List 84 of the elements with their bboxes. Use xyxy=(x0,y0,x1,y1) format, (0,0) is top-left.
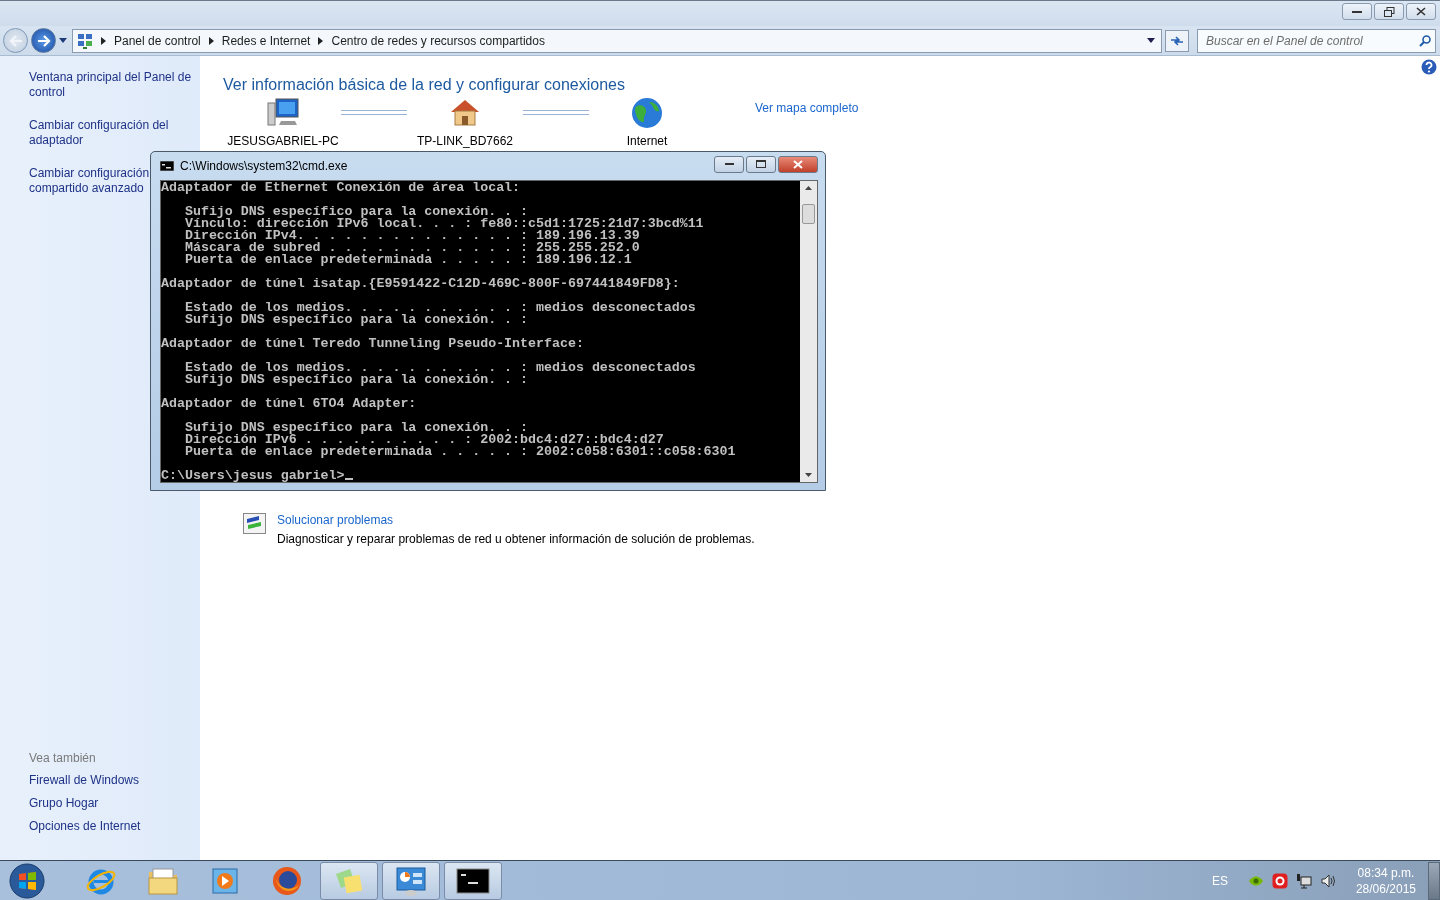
troubleshoot-icon[interactable] xyxy=(243,513,267,535)
terminal-icon xyxy=(456,867,490,894)
page-title: Ver información básica de la red y configurar conexiones xyxy=(223,76,626,94)
folder-icon xyxy=(147,865,179,896)
console-line: Adaptador de túnel 6TO4 Adapter: xyxy=(161,398,418,410)
sidebar-link[interactable]: Grupo Hogar xyxy=(29,796,192,811)
dashboard-icon xyxy=(395,864,427,897)
minimize-button[interactable] xyxy=(1342,3,1372,20)
command-prompt[interactable]: C:\Users\jesus gabriel> xyxy=(161,468,345,482)
network-icon[interactable] xyxy=(1295,872,1312,889)
full-map-link[interactable]: Ver mapa completo xyxy=(755,101,859,115)
sidebar-link[interactable]: Firewall de Windows xyxy=(29,773,192,788)
forward-button[interactable] xyxy=(31,28,56,53)
network-node-label: Internet xyxy=(626,134,668,148)
maximize-icon xyxy=(756,160,766,168)
task-description: Diagnosticar y reparar problemas de red u obtener información de solución de problemas. xyxy=(277,532,755,546)
console-line: Puerta de enlace predeterminada . . . . . : 2002:c058:6301::c058:6301 xyxy=(183,446,737,458)
refresh-button[interactable] xyxy=(1165,29,1189,52)
connection-line xyxy=(523,110,589,115)
console-line: Adaptador de túnel Teredo Tunneling Pseudo-Interface: xyxy=(161,338,585,350)
window-title: C:\Windows\system32\cmd.exe xyxy=(180,159,348,173)
close-button[interactable] xyxy=(1406,3,1436,20)
chevron-icon[interactable] xyxy=(208,36,214,45)
network-node-label: TP-LINK_BD7662 xyxy=(416,134,513,148)
minimize-button[interactable] xyxy=(714,155,744,173)
search-field[interactable]: Buscar en el Panel de control xyxy=(1197,28,1436,53)
eye-icon[interactable] xyxy=(1247,874,1264,887)
control-panel-icon xyxy=(77,32,93,49)
breadcrumb[interactable]: Redes e Internet xyxy=(221,33,311,48)
history-dropdown-icon[interactable] xyxy=(59,38,67,43)
console-line: Estado de los medios. . . . . . . . . . . : medios desconectados xyxy=(183,362,697,374)
sidebar-link[interactable]: Cambiar configuración del adaptador xyxy=(29,118,192,148)
console-line: Puerta de enlace predeterminada . . . . . : 189.196.12.1 xyxy=(183,254,633,266)
console-line: Estado de los medios. . . . . . . . . . . : medios desconectados xyxy=(183,302,697,314)
breadcrumb[interactable]: Centro de redes y recursos compartidos xyxy=(331,33,545,48)
speaker-icon[interactable] xyxy=(1319,872,1336,889)
search-icon[interactable] xyxy=(1419,34,1431,47)
minimize-icon xyxy=(724,162,734,166)
console-line: Dirección IPv6 . . . . . . . . . . : 2002:bdc4:d27::bdc4:d27 xyxy=(183,434,664,446)
target-icon[interactable] xyxy=(1271,872,1288,889)
dropdown-arrow-icon[interactable] xyxy=(1147,38,1155,43)
help-icon[interactable] xyxy=(1421,59,1437,75)
close-icon xyxy=(793,159,803,169)
section-heading: Vea también xyxy=(29,751,97,765)
console-line: Sufijo DNS específico para la conexión. . : xyxy=(183,374,530,386)
text-cursor xyxy=(344,478,353,480)
console-icon xyxy=(160,161,174,171)
forward-arrow-icon xyxy=(36,34,51,47)
connection-line xyxy=(341,110,407,115)
console-line: Sufijo DNS específico para la conexión. . : xyxy=(183,422,529,434)
back-arrow-icon xyxy=(8,34,23,47)
scrollbar[interactable] xyxy=(800,181,817,482)
scroll-down-icon[interactable] xyxy=(805,473,812,477)
address-bar[interactable]: Panel de control Redes e Internet Centro de redes y recursos compartidos xyxy=(72,28,1162,53)
sidebar-link[interactable]: Cambiar configuración compartido avanzado xyxy=(29,166,150,196)
refresh-icon xyxy=(1170,34,1184,47)
breadcrumb[interactable]: Panel de control xyxy=(114,33,201,48)
restore-icon xyxy=(1383,6,1395,17)
taskbar-button[interactable] xyxy=(444,861,502,900)
chevron-icon[interactable] xyxy=(101,36,106,45)
console-line: Adaptador de Ethernet Conexión de área local: xyxy=(161,182,522,194)
start-button[interactable] xyxy=(9,862,45,899)
sidebar-link[interactable]: Ventana principal del Panel de control xyxy=(29,70,192,100)
restore-button[interactable] xyxy=(1374,3,1404,20)
house-icon[interactable] xyxy=(449,97,481,129)
computer-icon[interactable] xyxy=(267,97,299,129)
console-line: Máscara de subred . . . . . . . . . . . . : 255.255.252.0 xyxy=(183,242,641,254)
console-line: Sufijo DNS específico para la conexión. . : xyxy=(183,314,530,326)
maximize-button[interactable] xyxy=(746,155,776,173)
globe-icon[interactable] xyxy=(631,97,663,129)
chevron-icon[interactable] xyxy=(318,36,324,45)
fox-globe-icon xyxy=(271,864,303,897)
scroll-up-icon[interactable] xyxy=(805,186,812,190)
task-link[interactable]: Solucionar problemas xyxy=(277,513,755,527)
scroll-thumb[interactable] xyxy=(802,204,815,224)
console-line: Vínculo: dirección IPv6 local. . . : fe80::c5d1:1725:21d7:3bcd%11 xyxy=(183,218,705,230)
sidebar-link[interactable]: Opciones de Internet xyxy=(29,819,192,834)
network-node-label: JESUSGABRIEL-PC xyxy=(227,134,339,148)
console-line: Dirección IPv4. . . . . . . . . . . . . . : 189.196.13.39 xyxy=(183,230,641,242)
play-icon xyxy=(210,865,240,896)
console-line: Adaptador de túnel isatap.{E9591422-C12D-469C-800F-697441849FD8}: xyxy=(161,278,681,290)
close-icon xyxy=(1416,7,1426,16)
console-line: Sufijo DNS específico para la conexión. . : xyxy=(183,206,529,218)
close-button[interactable] xyxy=(778,155,818,173)
